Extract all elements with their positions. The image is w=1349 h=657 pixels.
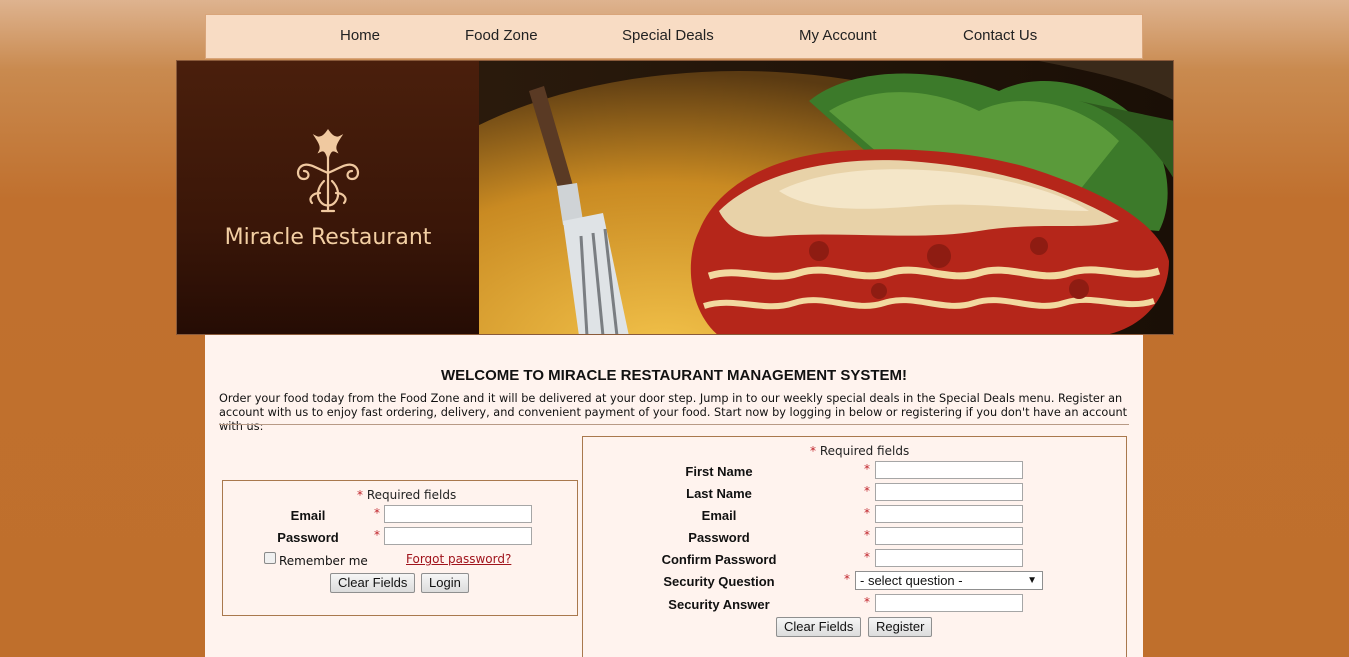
page-title: WELCOME TO MIRACLE RESTAURANT MANAGEMENT… xyxy=(440,367,908,384)
remember-me-checkbox[interactable] xyxy=(264,552,276,564)
login-email-label: Email xyxy=(290,508,326,523)
forgot-password-link[interactable]: Forgot password? xyxy=(406,552,511,566)
confirm-password-label: Confirm Password xyxy=(661,552,777,567)
first-name-input[interactable] xyxy=(875,461,1023,479)
security-question-label: Security Question xyxy=(663,574,775,589)
login-button[interactable]: Login xyxy=(421,573,469,593)
login-email-input[interactable] xyxy=(384,505,532,523)
security-question-value: - select question - xyxy=(860,573,963,588)
login-password-label: Password xyxy=(277,530,339,545)
dropdown-arrow-icon: ▼ xyxy=(1027,575,1037,586)
restaurant-name: Miracle Restaurant xyxy=(224,225,432,250)
nav-food-zone[interactable]: Food Zone xyxy=(465,27,538,44)
header-banner: Miracle Restaurant xyxy=(176,60,1174,335)
register-required-note: * Required fields xyxy=(810,444,910,458)
last-name-input[interactable] xyxy=(875,483,1023,501)
confirm-password-input[interactable] xyxy=(875,549,1023,567)
register-button[interactable]: Register xyxy=(868,617,933,637)
login-clear-fields-button[interactable]: Clear Fields xyxy=(330,573,416,593)
required-star: * xyxy=(374,506,380,520)
remember-me-label: Remember me xyxy=(279,554,368,568)
top-navigation: Home Food Zone Special Deals My Account … xyxy=(205,14,1143,59)
required-star: * xyxy=(864,506,870,520)
required-star: * xyxy=(374,528,380,542)
login-password-input[interactable] xyxy=(384,527,532,545)
lasagna-illustration xyxy=(479,61,1173,334)
register-email-label: Email xyxy=(701,508,737,523)
register-password-input[interactable] xyxy=(875,527,1023,545)
required-star: * xyxy=(864,462,870,476)
banner-brand-panel: Miracle Restaurant xyxy=(177,61,479,334)
register-password-label: Password xyxy=(688,530,750,545)
required-star: * xyxy=(864,484,870,498)
required-star: * xyxy=(864,595,870,609)
login-form: * Required fields Email * Password * Rem… xyxy=(222,480,578,616)
required-star: * xyxy=(864,550,870,564)
nav-special-deals[interactable]: Special Deals xyxy=(622,27,714,44)
lasagna-photo xyxy=(479,61,1173,334)
register-form: * Required fields First Name * Last Name… xyxy=(582,436,1127,657)
register-clear-fields-button[interactable]: Clear Fields xyxy=(776,617,862,637)
nav-home[interactable]: Home xyxy=(340,27,380,44)
nav-contact-us[interactable]: Contact Us xyxy=(963,27,1037,44)
nav-my-account[interactable]: My Account xyxy=(799,27,877,44)
register-email-input[interactable] xyxy=(875,505,1023,523)
floral-emblem-icon xyxy=(296,129,360,213)
last-name-label: Last Name xyxy=(686,486,752,501)
intro-text: Order your food today from the Food Zone… xyxy=(219,392,1128,433)
main-content: WELCOME TO MIRACLE RESTAURANT MANAGEMENT… xyxy=(205,335,1143,657)
first-name-label: First Name xyxy=(685,464,753,479)
security-question-select[interactable]: - select question - ▼ xyxy=(855,571,1043,590)
divider xyxy=(219,424,1129,425)
security-answer-input[interactable] xyxy=(875,594,1023,612)
required-star: * xyxy=(864,528,870,542)
security-answer-label: Security Answer xyxy=(668,597,770,612)
login-required-note: * Required fields xyxy=(357,488,457,502)
required-star: * xyxy=(844,572,850,586)
